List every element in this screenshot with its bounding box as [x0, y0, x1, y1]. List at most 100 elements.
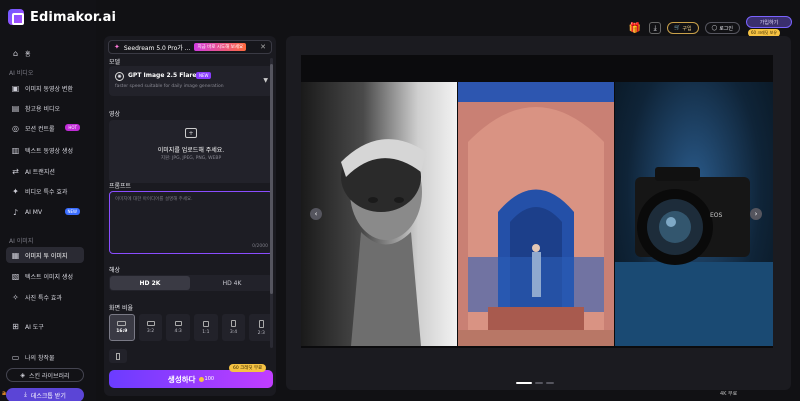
sidebar-item-reference-video[interactable]: ▤ 참고용 비디오 — [6, 100, 84, 116]
sidebar-item-label: 이미지 투 이미지 — [25, 252, 68, 260]
resolution-toggle: HD 2K HD 4K — [109, 275, 273, 291]
ratio-label-text: 4:3 — [174, 329, 182, 334]
promo-title: Seedream 5.0 Pro가 ... — [123, 44, 191, 52]
library-button[interactable]: ◈ 스킨 라이브러리 — [6, 368, 84, 382]
resolution-4k[interactable]: HD 4K — [192, 276, 272, 290]
cart-icon: 🛒 — [674, 25, 681, 31]
upload-hint: 지원: JPG, JPEG, PNG, WEBP — [160, 156, 222, 161]
resolution-2k[interactable]: HD 2K — [110, 276, 190, 290]
login-label: 로그인 — [719, 25, 733, 32]
user-icon: ◯ — [711, 25, 718, 31]
desktop-label: 데스크톱 받기 — [30, 392, 66, 400]
sidebar: Edimakor.ai ⌂ 홈 AI 비디오 ▣ 이미지 동영상 변환 ▤ 참고… — [0, 0, 116, 401]
coin-icon — [198, 376, 204, 382]
model-new-badge: NEW — [196, 72, 212, 79]
model-description: faster speed suitable for daily image ge… — [115, 84, 224, 89]
brand[interactable]: Edimakor.ai — [8, 9, 116, 25]
ratio-label: 화면 비율 — [109, 305, 133, 312]
ratio-9-16[interactable] — [109, 349, 127, 363]
image-to-image-icon: ▦ — [11, 250, 20, 260]
ratio-3-4[interactable]: 3:4 — [221, 314, 246, 341]
sidebar-item-image-to-video[interactable]: ▣ 이미지 동영상 변환 — [6, 80, 84, 96]
reference-video-icon: ▤ — [11, 103, 20, 113]
folder-icon: ▭ — [11, 352, 20, 362]
sidebar-item-label: 텍스트 동영상 생성 — [25, 147, 73, 155]
effects-icon: ✦ — [12, 186, 19, 196]
panel-scroll-thumb[interactable] — [270, 64, 273, 294]
sidebar-item-image-to-image[interactable]: ▦ 이미지 투 이미지 — [6, 247, 84, 263]
ratio-3-2[interactable]: 3:2 — [138, 314, 163, 341]
model-label: 모델 — [109, 59, 121, 66]
ratio-1-1[interactable]: 1:1 — [194, 314, 218, 341]
purchase-button[interactable]: 🛒 구입 — [667, 22, 699, 34]
carousel-dot[interactable] — [516, 382, 532, 384]
text-image-icon: ▧ — [11, 271, 20, 281]
ratio-shape-icon — [258, 319, 264, 328]
sidebar-item-text-to-video[interactable]: ▥ 텍스트 동영상 생성 — [6, 142, 84, 158]
resolution-label: 해상 — [109, 267, 121, 274]
text-video-icon: ▥ — [11, 145, 20, 155]
portrait-illustration — [341, 139, 426, 346]
prev-arrow-button[interactable]: ‹ — [310, 208, 322, 220]
sample-image-doorway — [458, 82, 614, 346]
image-video-icon: ▣ — [11, 83, 20, 93]
signup-button[interactable]: 가입하기 — [746, 16, 792, 28]
prompt-placeholder: 이미지에 대한 아이디어를 설명해 주세요. — [115, 197, 193, 202]
carousel-dot[interactable] — [535, 382, 543, 384]
photo-effects-icon: ✧ — [12, 292, 19, 302]
sidebar-item-label: 홈 — [25, 50, 31, 58]
carousel-dot[interactable] — [546, 382, 554, 384]
sidebar-item-label: 텍스트 이미지 생성 — [25, 273, 73, 281]
ratio-label-text: 2:3 — [257, 330, 265, 336]
next-arrow-button[interactable]: › — [750, 208, 762, 220]
generate-cost-value: 100 — [204, 376, 215, 382]
sidebar-item-my-works[interactable]: ▭ 나의 창작물 — [6, 349, 84, 365]
sample-image-portrait — [301, 82, 457, 346]
ratio-shape-icon — [146, 321, 155, 326]
desktop-download-button[interactable]: ⤓ 데스크톱 받기 — [6, 388, 84, 401]
ratio-label-text: 3:4 — [229, 330, 238, 335]
generate-button[interactable]: 생성하다 100 — [109, 370, 273, 388]
home-icon: ⌂ — [12, 48, 19, 58]
login-button[interactable]: ◯ 로그인 — [704, 22, 740, 34]
svg-text:EOS: EOS — [710, 212, 723, 219]
sparkle-icon: ✦ — [114, 43, 120, 51]
new-badge: NEW — [64, 208, 80, 215]
chevron-down-icon: ▼ — [263, 77, 268, 84]
sidebar-item-photo-effects[interactable]: ✧ 사진 특수 효과 — [6, 289, 84, 305]
ratio-shape-icon — [202, 320, 209, 327]
ratio-16-9[interactable]: 16:9 — [109, 314, 135, 341]
settings-panel: ✦ Seedream 5.0 Pro가 ... 지금 바로 시도해 보세요 ✕ … — [104, 36, 276, 396]
ratio-4-3[interactable]: 4:3 — [166, 314, 191, 341]
gift-icon[interactable]: 🎁 — [627, 20, 643, 36]
ratio-shape-icon — [117, 321, 127, 326]
ratio-shape-icon — [116, 352, 120, 360]
ratio-shape-icon — [231, 320, 237, 327]
sidebar-item-video-effects[interactable]: ✦ 비디오 특수 효과 — [6, 183, 84, 199]
sidebar-item-ai-transition[interactable]: ⇄ AI 트랜지션 — [6, 163, 84, 179]
generate-cost: 100 — [198, 376, 215, 382]
promo-banner[interactable]: ✦ Seedream 5.0 Pro가 ... 지금 바로 시도해 보세요 ✕ — [108, 40, 272, 54]
sidebar-item-motion-control[interactable]: ◎ 모션 컨트롤 HOT — [6, 120, 84, 136]
model-selector[interactable]: ✺ GPT Image 2.5 Flare NEW faster speed s… — [109, 66, 273, 96]
generate-free-badge: 60 크레딧 무료 — [229, 364, 267, 372]
sidebar-item-label: 이미지 동영상 변환 — [25, 85, 73, 93]
sidebar-item-label: 비디오 특수 효과 — [25, 188, 68, 196]
image-upload-area[interactable]: + 이미지를 업로드해 주세요. 지원: JPG, JPEG, PNG, WEB… — [109, 120, 273, 183]
sidebar-item-label: 참고용 비디오 — [25, 105, 61, 113]
brand-logo-icon — [8, 9, 24, 25]
sidebar-item-label: AI 트랜지션 — [25, 168, 55, 176]
grid-icon: ⊞ — [12, 321, 19, 331]
sidebar-item-text-to-image[interactable]: ▧ 텍스트 이미지 생성 — [6, 268, 84, 284]
sidebar-item-ai-tools[interactable]: ⊞ AI 도구 — [6, 318, 84, 334]
section-ai-video: AI 비디오 — [9, 70, 34, 77]
sidebar-item-home[interactable]: ⌂ 홈 — [6, 45, 84, 61]
motion-control-icon: ◎ — [12, 123, 19, 133]
download-app-icon[interactable]: ⤓ — [649, 22, 662, 34]
carousel-dots — [516, 382, 554, 384]
download-icon: ⤓ — [24, 391, 27, 398]
close-icon[interactable]: ✕ — [260, 43, 266, 51]
sidebar-item-ai-mv[interactable]: ♪ AI MV NEW — [6, 204, 84, 220]
amazon-a-icon: a — [2, 390, 7, 397]
prompt-input[interactable]: 이미지에 대한 아이디어를 설명해 주세요. 0/2000 — [109, 191, 273, 254]
